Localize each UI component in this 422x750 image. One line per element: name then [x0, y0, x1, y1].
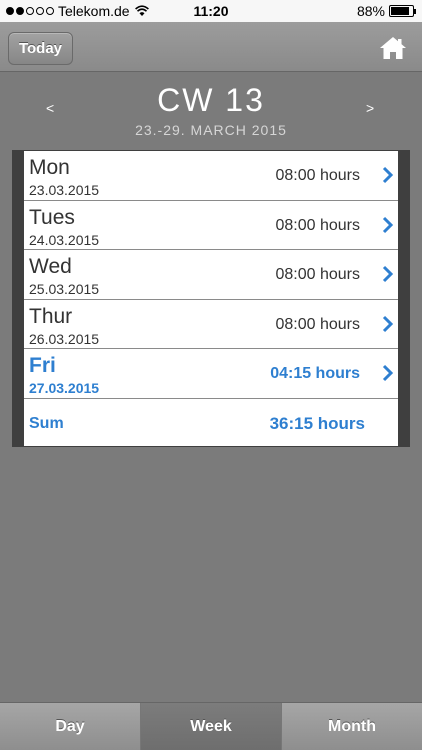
day-row-tues[interactable]: Tues 24.03.2015 08:00 hours: [24, 201, 398, 250]
day-row-wed[interactable]: Wed 25.03.2015 08:00 hours: [24, 250, 398, 300]
day-hours: 08:00 hours: [275, 266, 360, 283]
sum-label: Sum: [29, 414, 64, 432]
status-right: 88%: [356, 3, 416, 19]
next-week-button[interactable]: >: [366, 100, 374, 116]
day-hours: 08:00 hours: [275, 315, 360, 333]
chevron-right-icon: [382, 315, 394, 332]
tab-day[interactable]: Day: [0, 703, 140, 750]
battery-icon: [389, 5, 416, 17]
day-hours: 04:15 hours: [270, 365, 360, 382]
day-date: 27.03.2015: [29, 380, 100, 396]
day-name: Wed: [29, 255, 72, 278]
day-row-mon[interactable]: Mon 23.03.2015 08:00 hours: [24, 151, 398, 201]
week-title: CW 13: [157, 82, 265, 118]
week-table: Mon 23.03.2015 08:00 hours Tues 24.03.20…: [24, 151, 398, 446]
sum-value: 36:15 hours: [269, 413, 365, 433]
chevron-right-icon: [382, 216, 394, 233]
chevron-right-icon: [382, 166, 394, 184]
tab-week[interactable]: Week: [140, 703, 281, 750]
day-row-fri[interactable]: Fri 27.03.2015 04:15 hours: [24, 349, 398, 399]
chevron-right-icon: [382, 364, 394, 382]
chevron-right-icon: [382, 265, 394, 283]
week-date-range: 23.-29. MARCH 2015: [135, 122, 287, 138]
day-date: 24.03.2015: [29, 231, 100, 248]
day-name: Fri: [29, 354, 56, 377]
tab-bar: Day Week Month: [0, 702, 422, 750]
battery-percent: 88%: [356, 3, 385, 19]
day-date: 23.03.2015: [29, 182, 100, 198]
day-name: Mon: [29, 156, 70, 179]
status-bar: Telekom.de 11:20 88%: [0, 0, 422, 22]
day-row-thur[interactable]: Thur 26.03.2015 08:00 hours: [24, 300, 398, 349]
day-name: Thur: [29, 304, 73, 328]
today-button[interactable]: Today: [8, 32, 73, 65]
nav-bar: Today: [0, 22, 422, 72]
sum-row: Sum 36:15 hours: [24, 399, 398, 446]
day-name: Tues: [29, 205, 75, 229]
day-hours: 08:00 hours: [275, 167, 360, 184]
home-icon[interactable]: [378, 35, 408, 61]
day-date: 26.03.2015: [29, 330, 100, 347]
day-hours: 08:00 hours: [275, 216, 360, 234]
day-date: 25.03.2015: [29, 281, 100, 297]
tab-month[interactable]: Month: [281, 703, 422, 750]
